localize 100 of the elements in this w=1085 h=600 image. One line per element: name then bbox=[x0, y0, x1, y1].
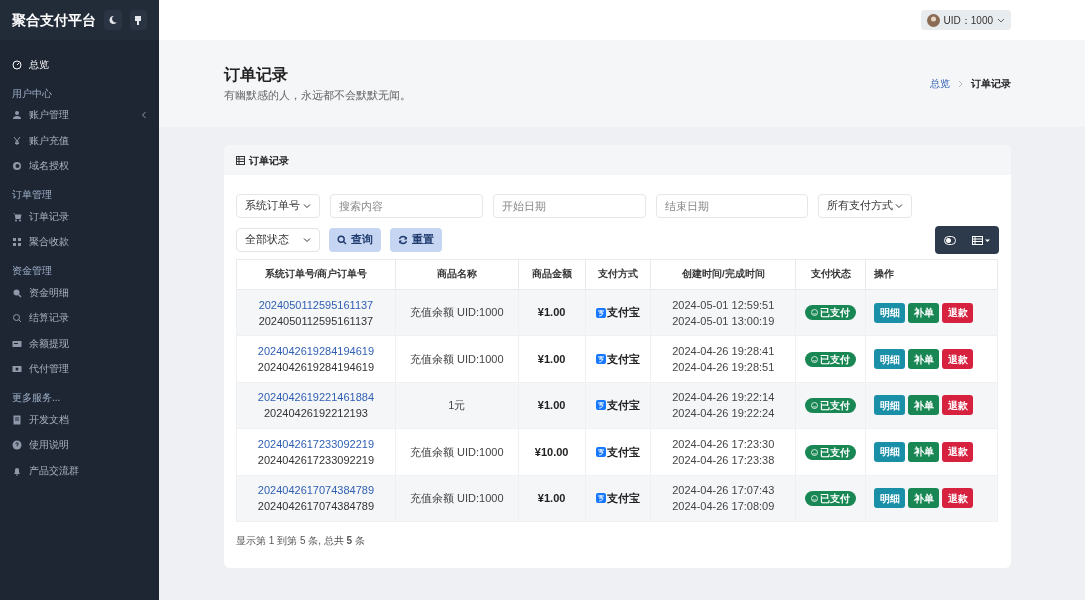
toggle-icon[interactable] bbox=[944, 235, 956, 245]
column-header: 操作 bbox=[865, 259, 998, 290]
sidebar-item[interactable]: 使用说明 bbox=[0, 432, 159, 458]
column-header: 支付方式 bbox=[585, 259, 651, 290]
table-cell: ¥10.00 bbox=[518, 428, 586, 476]
smile-icon bbox=[811, 309, 819, 317]
plug-button[interactable] bbox=[129, 10, 147, 30]
action-button[interactable]: 补单 bbox=[908, 395, 940, 416]
action-button[interactable]: 明细 bbox=[874, 395, 906, 416]
action-button[interactable]: 退款 bbox=[942, 441, 974, 462]
brand-title: 聚合支付平台 bbox=[12, 10, 96, 30]
payment-logo-icon bbox=[596, 307, 606, 318]
action-button[interactable]: 补单 bbox=[908, 349, 940, 370]
merchant-order-number: 2024042619284194619 bbox=[256, 360, 376, 376]
action-button[interactable]: 补单 bbox=[908, 441, 940, 462]
plug-icon bbox=[133, 14, 144, 26]
table-icon bbox=[236, 155, 245, 165]
sidebar-item[interactable]: 余额提现 bbox=[0, 331, 159, 357]
payment-method: 支付宝 bbox=[607, 491, 640, 506]
action-button[interactable]: 明细 bbox=[874, 441, 906, 462]
columns-icon[interactable] bbox=[972, 235, 990, 245]
card-title: 订单记录 bbox=[249, 153, 289, 168]
order-number-link[interactable]: 2024042617233092219 bbox=[237, 435, 395, 452]
sidebar-item[interactable]: 开发文档 bbox=[0, 407, 159, 433]
action-button[interactable]: 明细 bbox=[874, 349, 906, 370]
status-badge: 已支付 bbox=[805, 351, 857, 367]
table-cell: 1元 bbox=[395, 382, 519, 429]
merchant-order-number: 2024050112595161137 bbox=[257, 313, 375, 329]
sidebar-item[interactable]: 域名授权 bbox=[0, 153, 159, 179]
question-icon bbox=[12, 440, 22, 451]
action-button[interactable]: 退款 bbox=[942, 349, 974, 370]
input-field[interactable]: 结束日期 bbox=[656, 194, 808, 218]
dropdown[interactable]: 全部状态 bbox=[236, 228, 320, 252]
sidebar-item[interactable]: 订单记录 bbox=[0, 204, 159, 230]
pagination-info: 显示第 1 到第 5 条, 总共 5 条 bbox=[236, 533, 366, 548]
money-icon bbox=[12, 364, 22, 375]
sidebar-item[interactable]: 账户管理 bbox=[0, 102, 159, 128]
bell-icon bbox=[12, 465, 22, 476]
sidebar-item[interactable]: 聚合收款 bbox=[0, 229, 159, 255]
user-icon bbox=[12, 110, 22, 121]
chevron-down-icon bbox=[303, 236, 311, 244]
search-icon bbox=[12, 313, 22, 324]
gauge-icon bbox=[12, 59, 22, 70]
document-icon bbox=[12, 414, 22, 425]
breadcrumb-link[interactable]: 总览 bbox=[930, 76, 950, 91]
status-badge: 已支付 bbox=[805, 491, 857, 506]
column-header: 支付状态 bbox=[795, 259, 866, 290]
order-number-link[interactable]: 2024042617074384789 bbox=[237, 482, 395, 499]
refresh-icon bbox=[398, 235, 408, 245]
table-cell: 充值余额 UID:1000 bbox=[395, 335, 519, 383]
merchant-order-number: 2024042617233092219 bbox=[256, 452, 376, 468]
table-cell: ¥1.00 bbox=[518, 289, 586, 336]
created-time: 2024-04-26 17:23:30 bbox=[671, 436, 776, 452]
order-number-link[interactable]: 2024050112595161137 bbox=[237, 296, 395, 313]
sidebar-item[interactable]: 资金明细 bbox=[0, 280, 159, 306]
table-cell: ¥1.00 bbox=[518, 382, 586, 429]
breadcrumb-link[interactable]: 订单记录 bbox=[971, 76, 1011, 91]
sidebar-item[interactable]: 产品交流群 bbox=[0, 458, 159, 484]
action-button[interactable]: 补单 bbox=[908, 488, 940, 509]
page-title: 订单记录 bbox=[224, 65, 289, 86]
section-heading: 更多服务... bbox=[11, 392, 62, 404]
table-cell: 充值余额 UID:1000 bbox=[395, 289, 519, 336]
sidebar-item[interactable]: 结算记录 bbox=[0, 305, 159, 331]
column-header: 创建时间/完成时间 bbox=[650, 259, 796, 290]
created-time: 2024-04-26 19:22:14 bbox=[671, 390, 776, 406]
sidebar-item[interactable]: 总览 bbox=[0, 52, 159, 78]
user-menu-button[interactable]: UID：1000 bbox=[920, 10, 1011, 30]
finished-time: 2024-04-26 19:28:51 bbox=[671, 360, 776, 376]
sidebar-item[interactable]: 账户充值 bbox=[0, 128, 159, 154]
section-heading: 订单管理 bbox=[11, 189, 53, 201]
dropdown[interactable]: 系统订单号 bbox=[236, 194, 320, 218]
column-header: 商品名称 bbox=[395, 259, 519, 290]
yen-icon bbox=[12, 135, 22, 146]
payment-logo-icon bbox=[596, 400, 606, 411]
dropdown[interactable]: 所有支付方式 bbox=[818, 194, 912, 218]
order-number-link[interactable]: 2024042619284194619 bbox=[237, 343, 395, 360]
order-number-link[interactable]: 2024042619221461884 bbox=[237, 389, 395, 406]
action-button[interactable]: 退款 bbox=[942, 395, 974, 416]
payment-logo-icon bbox=[596, 354, 606, 365]
finished-time: 2024-04-26 17:23:38 bbox=[671, 452, 776, 468]
dark-mode-button[interactable] bbox=[104, 10, 122, 30]
smile-icon bbox=[811, 355, 819, 363]
table-cell: ¥1.00 bbox=[518, 335, 586, 383]
finished-time: 2024-04-26 19:22:24 bbox=[671, 406, 776, 422]
input-field[interactable]: 搜索内容 bbox=[330, 194, 483, 218]
action-button[interactable]: 补单 bbox=[908, 302, 940, 323]
payment-method: 支付宝 bbox=[607, 444, 640, 460]
query-button[interactable]: 查询 bbox=[329, 228, 381, 252]
action-button[interactable]: 退款 bbox=[942, 488, 974, 509]
payment-logo-icon bbox=[596, 493, 606, 504]
action-button[interactable]: 明细 bbox=[874, 488, 906, 509]
input-field[interactable]: 开始日期 bbox=[493, 194, 646, 218]
table-cell: 充值余额 UID:1000 bbox=[395, 475, 519, 522]
table-cell: ¥1.00 bbox=[518, 475, 586, 522]
sidebar-item[interactable]: 代付管理 bbox=[0, 356, 159, 382]
reset-button[interactable]: 重置 bbox=[390, 228, 442, 252]
payment-logo-icon bbox=[596, 446, 606, 457]
action-button[interactable]: 退款 bbox=[942, 302, 974, 323]
chevron-down-icon bbox=[997, 16, 1005, 24]
action-button[interactable]: 明细 bbox=[874, 302, 906, 323]
